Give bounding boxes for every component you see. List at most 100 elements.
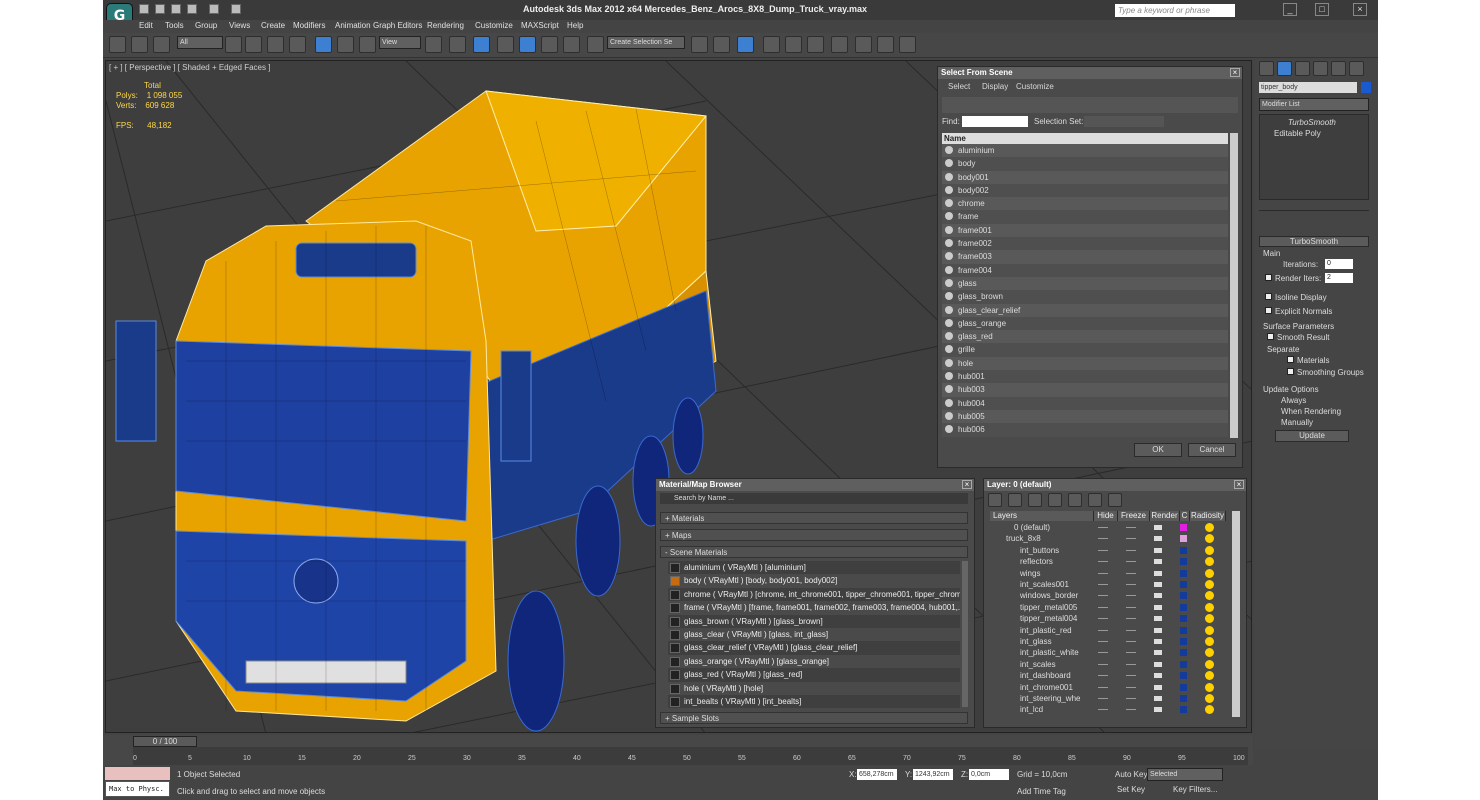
list-item[interactable]: glass_brown: [942, 290, 1228, 304]
table-row[interactable]: int_chrome001: [990, 682, 1232, 693]
menu-views[interactable]: Views: [229, 21, 250, 30]
stack-item-editable-poly[interactable]: Editable Poly: [1274, 129, 1321, 138]
list-item[interactable]: grille: [942, 343, 1228, 357]
mirror-icon[interactable]: [691, 36, 708, 53]
highlight-layer-icon[interactable]: [1068, 493, 1082, 507]
layer-close-button[interactable]: ×: [1234, 480, 1244, 489]
ref-coord-dropdown[interactable]: View: [379, 36, 421, 49]
col-render[interactable]: Render: [1150, 511, 1180, 521]
list-item[interactable]: glass_orange ( VRayMtl ) [glass_orange]: [668, 655, 960, 668]
table-row[interactable]: int_scales: [990, 659, 1232, 670]
render-iters-checkbox[interactable]: [1265, 274, 1272, 281]
list-item[interactable]: body: [942, 157, 1228, 171]
sfs-tab-customize[interactable]: Customize: [1016, 82, 1054, 91]
list-item[interactable]: hub006: [942, 423, 1228, 437]
smooth-result-checkbox[interactable]: [1267, 333, 1274, 340]
menu-tools[interactable]: Tools: [165, 21, 184, 30]
render-iters-spinner[interactable]: 2: [1325, 273, 1353, 283]
utilities-tab-icon[interactable]: [1349, 61, 1364, 76]
link-icon[interactable]: [109, 36, 126, 53]
list-item[interactable]: frame003: [942, 250, 1228, 264]
sfs-tab-display[interactable]: Display: [982, 82, 1008, 91]
list-item[interactable]: glass_brown ( VRayMtl ) [glass_brown]: [668, 614, 960, 628]
auto-key-button[interactable]: Auto Key: [1115, 770, 1147, 779]
col-color[interactable]: C: [1180, 511, 1190, 521]
col-freeze[interactable]: Freeze: [1118, 511, 1150, 521]
list-item[interactable]: frame002: [942, 237, 1228, 251]
select-object-icon[interactable]: [225, 36, 242, 53]
table-row[interactable]: int_scales001: [990, 579, 1232, 590]
angle-snap-icon[interactable]: [519, 36, 536, 53]
list-item[interactable]: glass_red: [942, 330, 1228, 344]
mmb-search-input[interactable]: Search by Name ...: [660, 493, 968, 504]
list-item[interactable]: body001: [942, 170, 1228, 184]
sfs-find-input[interactable]: [962, 116, 1028, 127]
maxscript-mini-listener[interactable]: Max to Physc.: [105, 781, 170, 797]
time-slider[interactable]: 0 / 100: [133, 736, 197, 747]
rect-selection-icon[interactable]: [267, 36, 284, 53]
maximize-button[interactable]: □: [1315, 3, 1329, 16]
table-row[interactable]: tipper_metal004: [990, 613, 1232, 624]
rollout-turbosmooth[interactable]: TurboSmooth: [1259, 236, 1369, 247]
list-item[interactable]: hole ( VRayMtl ) [hole]: [668, 682, 960, 695]
list-item[interactable]: glass_clear ( VRayMtl ) [glass, int_glas…: [668, 628, 960, 641]
table-row[interactable]: wings: [990, 568, 1232, 579]
x-coordinate-field[interactable]: 658,278cm: [857, 769, 897, 780]
menu-maxscript[interactable]: MAXScript: [521, 21, 559, 30]
set-key-button[interactable]: Set Key: [1117, 785, 1145, 794]
table-row[interactable]: int_buttons: [990, 545, 1232, 556]
modify-tab-icon[interactable]: [1277, 61, 1292, 76]
sfs-scrollbar[interactable]: [1230, 133, 1238, 438]
timeline-track[interactable]: 0 5 10 15 20 25 30 35 40 45 50 55 60 65 70 75 80 85 90 95 10…: [133, 747, 1248, 765]
list-item[interactable]: body ( VRayMtl ) [body, body001, body002…: [668, 574, 960, 587]
render-production-icon[interactable]: [899, 36, 916, 53]
create-layer-icon[interactable]: [988, 493, 1002, 507]
modifier-list-dropdown[interactable]: Modifier List: [1259, 98, 1369, 111]
spinner-snap-icon[interactable]: [563, 36, 580, 53]
window-crossing-icon[interactable]: [289, 36, 306, 53]
schematic-view-icon[interactable]: [807, 36, 824, 53]
table-row[interactable]: int_steering_whe: [990, 693, 1232, 704]
hide-all-icon[interactable]: [1088, 493, 1102, 507]
table-row[interactable]: truck_8x8: [990, 533, 1232, 544]
render-setup-icon[interactable]: [855, 36, 872, 53]
project-folder-icon[interactable]: [231, 4, 241, 14]
y-coordinate-field[interactable]: 1243,92cm: [913, 769, 953, 780]
ok-button[interactable]: OK: [1134, 443, 1182, 457]
motion-tab-icon[interactable]: [1313, 61, 1328, 76]
list-item[interactable]: hole: [942, 356, 1228, 371]
redo-icon[interactable]: [209, 4, 219, 14]
list-item[interactable]: glass: [942, 276, 1228, 291]
rollout-scene-materials[interactable]: - Scene Materials: [660, 546, 968, 558]
sfs-column-name[interactable]: Name: [942, 133, 1228, 144]
table-row[interactable]: int_lcd: [990, 704, 1232, 715]
create-tab-icon[interactable]: [1259, 61, 1274, 76]
freeze-all-icon[interactable]: [1108, 493, 1122, 507]
table-row[interactable]: reflectors: [990, 556, 1232, 567]
iterations-spinner[interactable]: 0: [1325, 259, 1353, 269]
save-file-icon[interactable]: [171, 4, 181, 14]
cancel-button[interactable]: Cancel: [1188, 443, 1236, 457]
open-file-icon[interactable]: [155, 4, 165, 14]
hierarchy-tab-icon[interactable]: [1295, 61, 1310, 76]
sfs-tab-select[interactable]: Select: [948, 82, 970, 91]
snap-toggle-icon[interactable]: [497, 36, 514, 53]
unlink-icon[interactable]: [131, 36, 148, 53]
new-file-icon[interactable]: [139, 4, 149, 14]
display-tab-icon[interactable]: [1331, 61, 1346, 76]
mmb-close-button[interactable]: ×: [962, 480, 972, 489]
list-item[interactable]: glass_clear_relief: [942, 303, 1228, 317]
list-item[interactable]: chrome ( VRayMtl ) [chrome, int_chrome00…: [668, 587, 960, 602]
object-name-input[interactable]: tipper_body: [1259, 82, 1357, 93]
list-item[interactable]: glass_red ( VRayMtl ) [glass_red]: [668, 668, 960, 682]
separate-materials-checkbox[interactable]: [1287, 356, 1294, 363]
layer-scrollbar[interactable]: [1232, 511, 1240, 717]
menu-help[interactable]: Help: [567, 21, 583, 30]
rendered-frame-window-icon[interactable]: [877, 36, 894, 53]
menu-group[interactable]: Group: [195, 21, 217, 30]
list-item[interactable]: body002: [942, 183, 1228, 198]
selection-filter-dropdown[interactable]: All: [177, 36, 223, 49]
curve-editor-icon[interactable]: [785, 36, 802, 53]
edit-named-selection-icon[interactable]: [587, 36, 604, 53]
update-button[interactable]: Update: [1275, 430, 1349, 442]
